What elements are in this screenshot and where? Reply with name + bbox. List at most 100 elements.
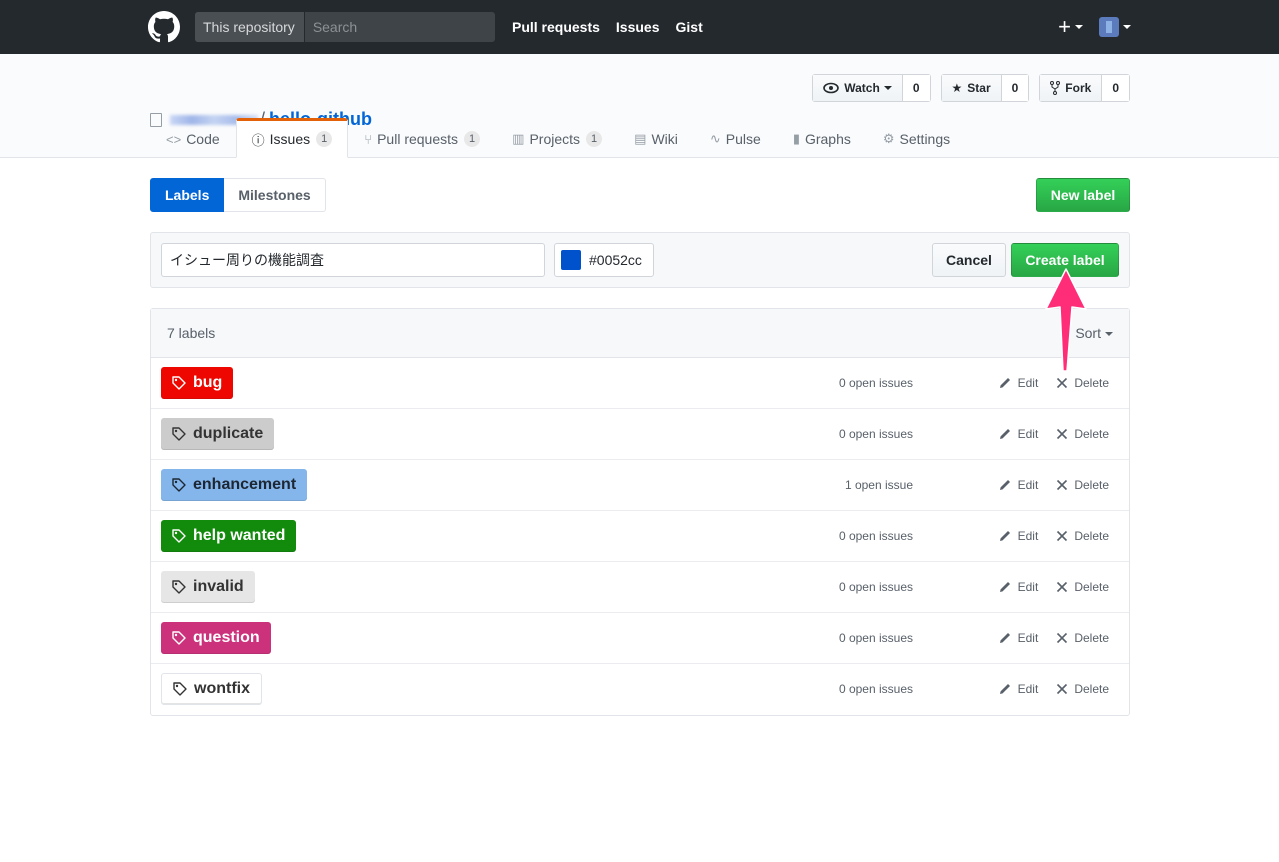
open-issues-link[interactable]: 0 open issues	[839, 613, 913, 663]
color-swatch[interactable]	[561, 250, 581, 270]
header-actions: +	[1058, 14, 1131, 40]
star-button[interactable]: ★ Star	[941, 75, 1002, 101]
tab-label: Pulse	[725, 131, 761, 147]
label-name: duplicate	[193, 425, 264, 442]
pagehead-actions: Watch 0 ★ Star 0 Fork 0	[812, 74, 1130, 102]
tag-icon	[172, 376, 186, 390]
user-menu[interactable]	[1099, 17, 1131, 37]
nav-pull-requests[interactable]: Pull requests	[512, 19, 600, 35]
edit-label: Edit	[1017, 529, 1039, 543]
tab-label: Wiki	[651, 131, 678, 147]
labels-list-header: 7 labels Sort	[151, 309, 1129, 358]
pencil-icon	[999, 582, 1010, 592]
labels-tab[interactable]: Labels	[150, 178, 225, 212]
delete-button[interactable]: Delete	[1056, 631, 1109, 645]
tab-settings[interactable]: ⚙ Settings	[867, 118, 966, 158]
delete-button[interactable]: Delete	[1056, 682, 1109, 696]
delete-label: Delete	[1074, 478, 1109, 492]
tab-graphs[interactable]: ▮ Graphs	[777, 118, 867, 158]
tab-wiki[interactable]: ▤ Wiki	[618, 118, 694, 158]
delete-button[interactable]: Delete	[1056, 529, 1109, 543]
label-name-input[interactable]: イシュー周りの機能調査	[161, 243, 545, 277]
labels-count: 7 labels	[167, 325, 216, 341]
labels-list: 7 labels Sort bug 0 open issues Edit Del…	[150, 308, 1130, 716]
fork-count[interactable]: 0	[1102, 75, 1129, 101]
open-issues-link[interactable]: 0 open issues	[839, 562, 913, 612]
delete-button[interactable]: Delete	[1056, 580, 1109, 594]
delete-label: Delete	[1074, 376, 1109, 390]
delete-button[interactable]: Delete	[1056, 478, 1109, 492]
close-icon	[1057, 581, 1068, 593]
pencil-icon	[999, 429, 1010, 439]
github-logo-icon[interactable]	[148, 11, 180, 43]
pr-icon: ⑂	[364, 131, 373, 147]
search-bar: This repository	[195, 12, 495, 42]
label-badge[interactable]: help wanted	[161, 520, 297, 552]
edit-button[interactable]: Edit	[998, 682, 1038, 696]
star-group: ★ Star 0	[940, 74, 1030, 102]
code-icon: <>	[166, 131, 182, 147]
edit-button[interactable]: Edit	[998, 631, 1038, 645]
open-issues-link[interactable]: 0 open issues	[839, 664, 913, 714]
delete-label: Delete	[1074, 682, 1109, 696]
tag-icon	[172, 631, 186, 645]
issues-counter: 1	[316, 131, 333, 147]
tab-projects[interactable]: ▥ Projects 1	[496, 118, 618, 158]
watch-group: Watch 0	[812, 74, 931, 102]
watch-count[interactable]: 0	[902, 75, 930, 101]
label-row: bug 0 open issues Edit Delete	[151, 358, 1129, 409]
nav-gist[interactable]: Gist	[676, 19, 703, 35]
new-label-button[interactable]: New label	[1036, 178, 1130, 212]
tab-pulse[interactable]: ∿ Pulse	[694, 118, 777, 158]
label-color-input[interactable]: #0052cc	[554, 243, 654, 277]
watch-button[interactable]: Watch	[813, 75, 903, 101]
label-row: duplicate 0 open issues Edit Delete	[151, 409, 1129, 460]
search-input[interactable]	[304, 12, 495, 42]
edit-label: Edit	[1017, 376, 1039, 390]
label-badge[interactable]: invalid	[161, 571, 255, 603]
edit-label: Edit	[1017, 580, 1039, 594]
tab-label: Settings	[899, 131, 951, 147]
open-issues-link[interactable]: 0 open issues	[839, 511, 913, 561]
cancel-button[interactable]: Cancel	[932, 243, 1006, 277]
create-new-dropdown[interactable]: +	[1058, 14, 1083, 40]
open-issues-link[interactable]: 0 open issues	[839, 409, 913, 459]
fork-button[interactable]: Fork	[1040, 75, 1103, 101]
tab-code[interactable]: <> Code	[150, 118, 236, 158]
edit-button[interactable]: Edit	[998, 529, 1039, 543]
close-icon	[1057, 479, 1068, 491]
label-badge[interactable]: wontfix	[161, 673, 262, 705]
fork-icon	[1050, 81, 1061, 95]
close-icon	[1057, 683, 1068, 695]
edit-button[interactable]: Edit	[998, 580, 1039, 594]
label-badge[interactable]: enhancement	[161, 469, 308, 501]
delete-button[interactable]: Delete	[1056, 376, 1109, 390]
subnav-links: Labels Milestones	[150, 178, 1130, 212]
graph-icon: ▮	[792, 131, 800, 146]
search-scope[interactable]: This repository	[195, 12, 305, 42]
label-badge[interactable]: question	[161, 622, 271, 654]
label-rows: bug 0 open issues Edit Delete duplicate …	[151, 358, 1129, 715]
project-icon: ▥	[512, 131, 525, 146]
delete-button[interactable]: Delete	[1056, 427, 1109, 441]
fork-group: Fork 0	[1039, 74, 1130, 102]
label-badge[interactable]: bug	[161, 367, 234, 399]
gear-icon: ⚙	[882, 131, 895, 146]
open-issues-link[interactable]: 0 open issues	[839, 358, 913, 408]
edit-button[interactable]: Edit	[998, 478, 1038, 492]
tab-pull-requests[interactable]: ⑂ Pull requests 1	[348, 118, 496, 158]
label-actions: Edit Delete	[998, 511, 1109, 561]
edit-button[interactable]: Edit	[998, 427, 1038, 441]
close-icon	[1057, 428, 1068, 440]
tab-issues[interactable]: ⓘ Issues 1	[235, 118, 349, 158]
nav-issues[interactable]: Issues	[616, 19, 660, 35]
label-badge[interactable]: duplicate	[161, 418, 275, 450]
tab-label: Projects	[529, 131, 581, 147]
delete-label: Delete	[1074, 529, 1109, 543]
pencil-icon	[999, 531, 1010, 541]
label-actions: Edit Delete	[998, 613, 1109, 663]
milestones-tab[interactable]: Milestones	[224, 178, 326, 212]
open-issues-link[interactable]: 1 open issue	[845, 460, 913, 510]
star-count[interactable]: 0	[1001, 75, 1029, 101]
edit-button[interactable]: Edit	[998, 376, 1039, 390]
